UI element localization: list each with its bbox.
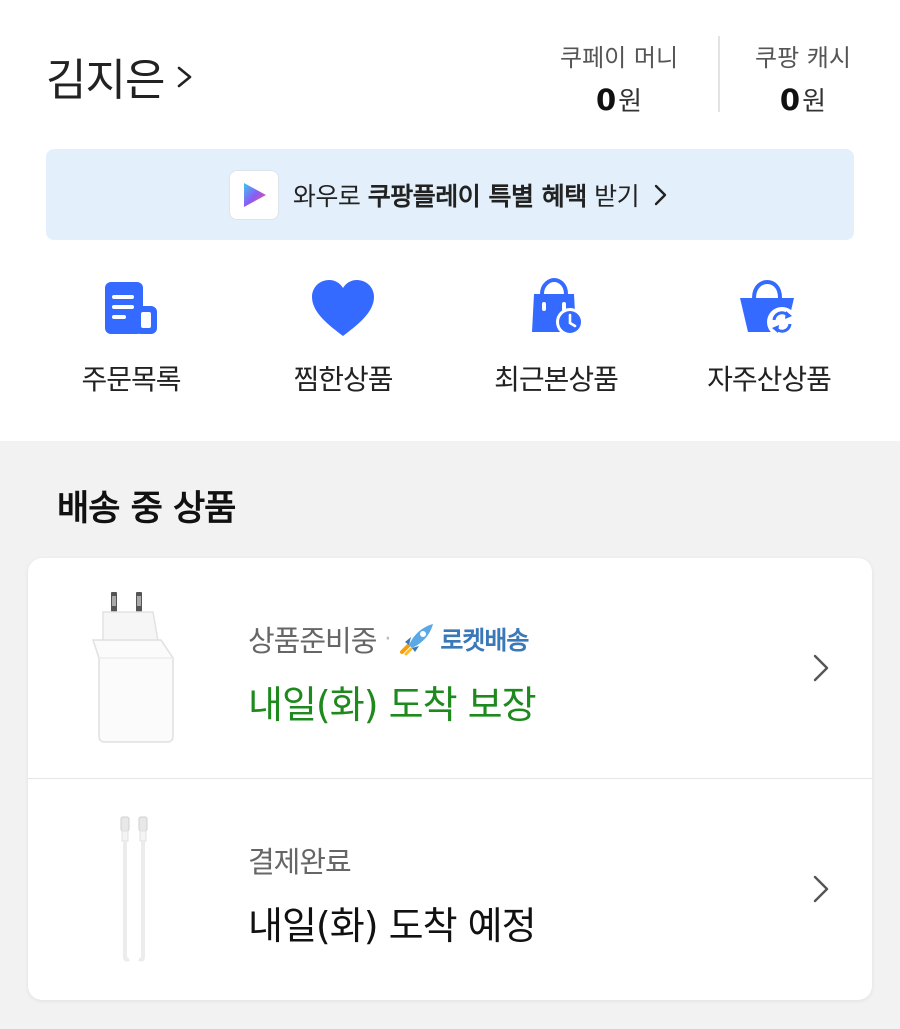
delivery-item[interactable]: 결제완료 내일(화) 도착 예정 <box>28 779 872 999</box>
coupay-money-label: 쿠페이 머니 <box>560 44 679 72</box>
delivery-item[interactable]: 상품준비중 · 로켓배송 내일(화) 도착 보장 <box>28 558 872 778</box>
separator-dot: · <box>384 626 391 652</box>
coupang-cash-unit: 원 <box>802 87 827 117</box>
coupay-money[interactable]: 쿠페이 머니 0원 <box>560 38 678 118</box>
coupay-money-amount: 0 <box>595 83 617 117</box>
profile-name: 김지은 <box>46 55 165 106</box>
coupang-cash-value: 0원 <box>755 81 851 118</box>
delivery-eta: 내일(화) 도착 예정 <box>248 904 537 948</box>
quick-menu-wishlist-label: 찜한상품 <box>293 363 393 396</box>
chevron-right-icon <box>178 66 192 88</box>
chevron-right-icon <box>813 654 829 682</box>
coupay-money-value: 0원 <box>560 81 678 118</box>
quick-menu-recent-label: 최근본상품 <box>494 363 619 396</box>
wallet-divider <box>718 36 720 112</box>
chevron-right-icon <box>813 875 829 903</box>
receipt-icon <box>105 282 157 334</box>
rocket-delivery-label: 로켓배송 <box>440 626 529 655</box>
section-title: 배송 중 상품 <box>57 489 236 529</box>
banner-highlight: 쿠팡플레이 특별 혜택 <box>367 181 587 211</box>
quick-menu-wishlist[interactable]: 찜한상품 <box>238 278 448 398</box>
coupay-money-unit: 원 <box>618 87 643 117</box>
usb-c-cable-icon <box>120 816 148 962</box>
rocket-delivery-badge: 로켓배송 <box>398 621 529 657</box>
quick-menu-frequent[interactable]: 자주산상품 <box>664 278 874 398</box>
delivery-status-text: 상품준비중 <box>248 624 377 658</box>
delivery-status: 결제완료 <box>248 839 352 881</box>
profile-link[interactable]: 김지은 <box>46 44 200 108</box>
quick-menu-orders-label: 주문목록 <box>81 363 181 396</box>
coupang-cash[interactable]: 쿠팡 캐시 0원 <box>755 38 851 118</box>
power-adapter-icon <box>91 592 174 743</box>
quick-menu-frequent-label: 자주산상품 <box>707 363 832 396</box>
quick-menu-orders[interactable]: 주문목록 <box>26 278 236 398</box>
my-page-header: 김지은 쿠페이 머니 0원 쿠팡 캐시 0원 와우로 쿠팡플레이 특별 혜택 받… <box>0 0 900 441</box>
delivery-card: 상품준비중 · 로켓배송 내일(화) 도착 보장 결제완료 내일(화) 도착 예… <box>28 558 872 1000</box>
delivery-status-text: 결제완료 <box>248 845 352 879</box>
banner-suffix: 받기 <box>586 181 640 211</box>
banner-text: 와우로 쿠팡플레이 특별 혜택 받기 <box>292 177 640 213</box>
basket-refresh-icon <box>740 279 797 337</box>
delivery-eta: 내일(화) 도착 보장 <box>248 683 537 727</box>
chevron-right-icon <box>654 184 667 205</box>
delivery-status: 상품준비중 · 로켓배송 <box>248 618 529 660</box>
coupang-cash-amount: 0 <box>779 83 801 117</box>
quick-menu-recent[interactable]: 최근본상품 <box>451 278 661 398</box>
rocket-icon <box>400 624 434 656</box>
coupang-play-logo-icon <box>228 169 279 220</box>
shopping-bag-clock-icon <box>532 278 584 336</box>
coupang-play-banner[interactable]: 와우로 쿠팡플레이 특별 혜택 받기 <box>46 149 854 240</box>
coupang-cash-label: 쿠팡 캐시 <box>755 44 851 72</box>
heart-icon <box>312 280 374 336</box>
banner-prefix: 와우로 <box>292 181 368 211</box>
